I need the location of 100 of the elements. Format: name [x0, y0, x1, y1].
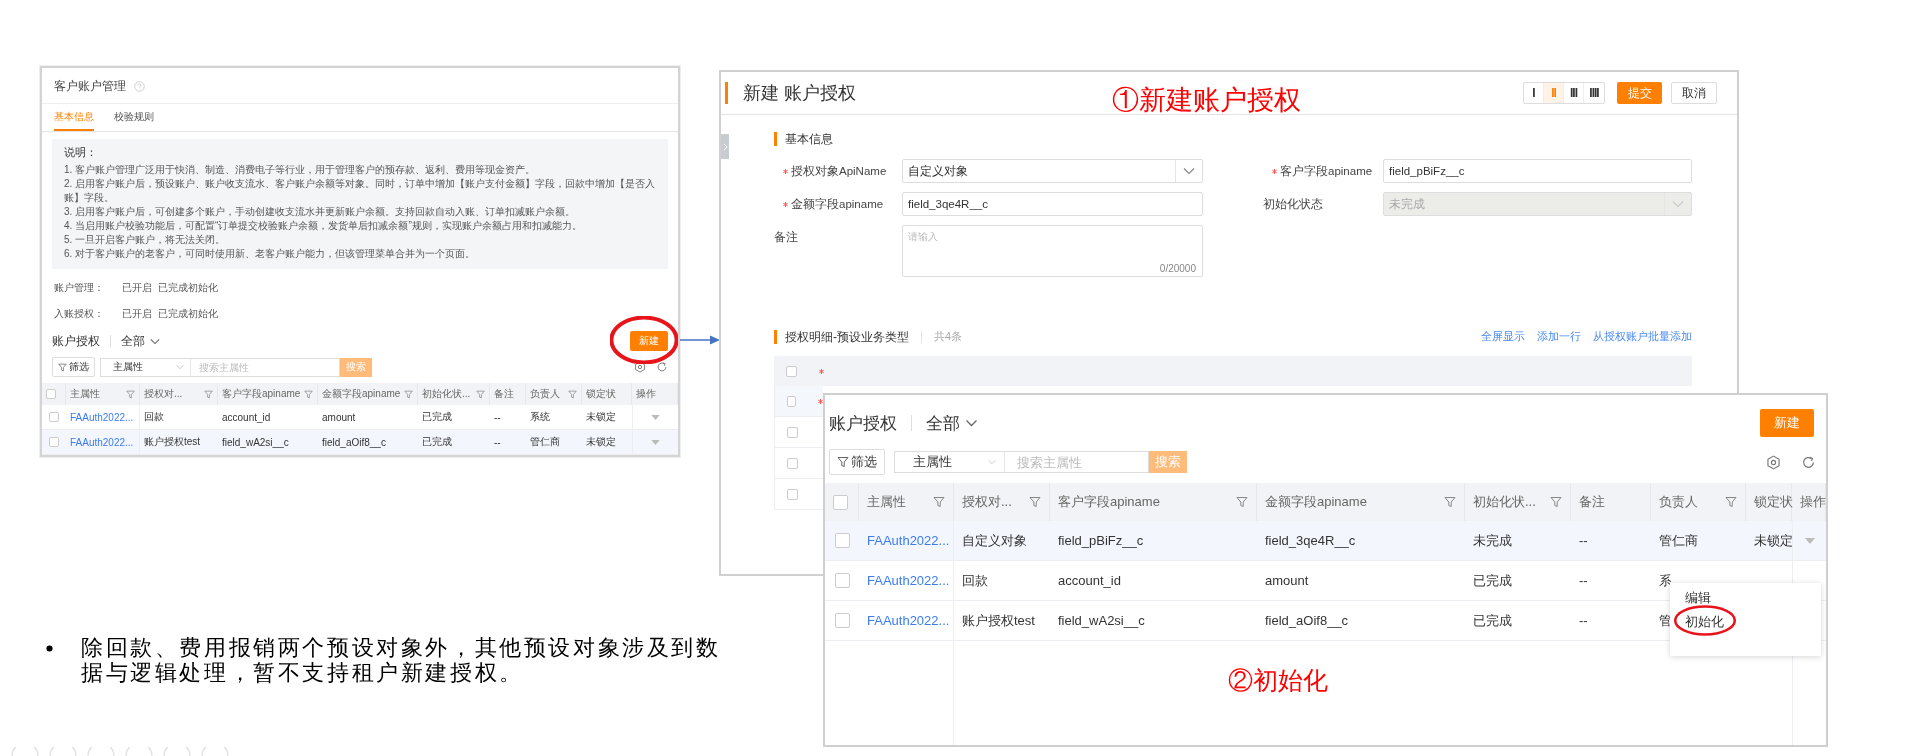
bullet-icon: [46, 645, 53, 652]
checkbox[interactable]: [787, 395, 796, 407]
checkbox[interactable]: [834, 533, 850, 548]
checkbox[interactable]: [49, 412, 59, 422]
column-label: 备注: [494, 387, 514, 401]
filter-icon[interactable]: [1444, 496, 1456, 508]
filter-icon[interactable]: [568, 389, 577, 399]
caret-icon[interactable]: [651, 439, 660, 445]
search-field[interactable]: 搜索主属性: [1004, 451, 1149, 473]
action-link[interactable]: 从授权账户批量添加: [1593, 329, 1692, 344]
slideshow-control-icon[interactable]: [124, 747, 154, 756]
text-field[interactable]: field_3qe4R__c: [902, 192, 1203, 216]
table-cell: --: [1579, 573, 1588, 588]
record-count: 共4条: [934, 329, 963, 344]
filter-icon[interactable]: [126, 389, 135, 399]
status-value: 已完成初始化: [158, 307, 218, 321]
checkbox[interactable]: [834, 613, 850, 628]
column-label: 初始化状...: [1473, 493, 1536, 511]
record-link[interactable]: FAAuth2022...: [867, 533, 950, 548]
filter-icon[interactable]: [304, 389, 313, 399]
slideshow-control-icon[interactable]: [200, 747, 230, 756]
help-icon[interactable]: [134, 81, 145, 92]
record-link[interactable]: FAAuth2022...: [867, 613, 950, 628]
cancel-button[interactable]: 取消: [1671, 82, 1717, 104]
table-cell: field_wA2si__c: [1058, 613, 1145, 628]
table-cell: 系: [1659, 571, 1672, 590]
refresh-icon[interactable]: [656, 361, 668, 373]
table-row[interactable]: FAAuth2022... 账户授权test field_wA2si__c field_aOif8__c 已完成 -- 管仁商 未锁定: [42, 430, 678, 455]
chevron-down-icon: [1672, 200, 1684, 208]
caret-icon[interactable]: [1804, 537, 1815, 544]
notice-text: 5. 一旦开启客户账户，将无法关闭。: [64, 233, 227, 247]
slideshow-control-icon[interactable]: [162, 747, 192, 756]
table-cell: 自定义对象: [962, 531, 1027, 550]
tab[interactable]: 校验规则: [114, 104, 154, 131]
settings-icon[interactable]: [1766, 454, 1781, 470]
dialog-title: 新建 账户授权: [725, 82, 856, 104]
action-link[interactable]: 添加一行: [1537, 329, 1581, 344]
table-cell: 管仁商: [530, 435, 560, 449]
column-label: 授权对...: [962, 493, 1012, 511]
refresh-icon[interactable]: [1801, 454, 1816, 470]
checkbox[interactable]: [786, 365, 797, 377]
slideshow-control-icon[interactable]: [86, 747, 116, 756]
character-counter: 0/20000: [1159, 263, 1196, 274]
status-label: 入账授权：: [54, 307, 105, 321]
status-value: 已完成初始化: [158, 281, 218, 295]
slideshow-control-icon[interactable]: [48, 747, 78, 756]
filter-icon[interactable]: [404, 389, 413, 399]
record-link[interactable]: FAAuth2022...: [867, 573, 950, 588]
chevron-down-icon: [1183, 167, 1195, 175]
section-title: 授权明细-预设业务类型: [774, 329, 909, 344]
text-field[interactable]: field_pBiFz__c: [1383, 159, 1692, 183]
table-cell: 回款: [962, 571, 988, 590]
layout-option[interactable]: III: [1564, 83, 1584, 103]
view-dropdown[interactable]: 全部: [926, 411, 978, 435]
checkbox[interactable]: [787, 426, 798, 438]
status-value: 已开启: [122, 307, 152, 321]
caret-icon[interactable]: [651, 414, 660, 420]
slideshow-control-icon[interactable]: [10, 747, 40, 756]
checkbox[interactable]: [787, 457, 798, 469]
filter-icon[interactable]: [476, 389, 485, 399]
search-scope-dropdown[interactable]: 主属性: [100, 357, 190, 377]
column-label: 主属性: [70, 387, 100, 401]
column-label: 金额字段apiname: [1265, 493, 1367, 511]
action-link[interactable]: 全屏显示: [1481, 329, 1525, 344]
record-link[interactable]: FAAuth2022...: [70, 411, 134, 423]
notice-text: 3. 启用客户账户后，可创建多个账户，手动创建收支流水并更新账户余额。支持回款自动入账、订单扣减账户余额。: [64, 205, 577, 219]
chevron-down-icon: [176, 364, 184, 370]
checkbox[interactable]: [833, 494, 848, 510]
notice-text: 6. 对于客户账户的老客户，可同时使用新、老客户账户能力，但该管理菜单合并为一个页面。: [64, 247, 477, 261]
filter-button[interactable]: 筛选: [829, 449, 885, 475]
filter-button[interactable]: 筛选: [52, 357, 95, 377]
filter-icon[interactable]: [1725, 496, 1737, 508]
dropdown-field[interactable]: 自定义对象: [902, 159, 1203, 183]
filter-icon[interactable]: [1029, 496, 1041, 508]
filter-icon[interactable]: [933, 496, 945, 508]
chevron-right-icon: [722, 142, 728, 151]
table-cell: 账户授权test: [144, 435, 201, 449]
checkbox[interactable]: [46, 389, 56, 399]
layout-option[interactable]: IIII: [1584, 83, 1604, 103]
column-label: 授权对...: [144, 387, 183, 401]
table-cell: 未锁定: [586, 410, 616, 424]
expand-handle[interactable]: [721, 134, 729, 159]
section-title: 基本信息: [774, 132, 833, 146]
filter-icon[interactable]: [1236, 496, 1248, 508]
column-label: 客户字段apiname: [222, 387, 301, 401]
table-cell: field_3qe4R__c: [1265, 533, 1356, 548]
table-row[interactable]: FAAuth2022... 自定义对象 field_pBiFz__c field_3qe4R__c 未完成 -- 管仁商 未锁定: [825, 521, 1826, 561]
table-cell: account_id: [222, 411, 271, 423]
field-label: 金额字段apiname: [791, 196, 884, 212]
table-cell: 管仁商: [1659, 531, 1698, 550]
filter-icon[interactable]: [204, 389, 213, 399]
checkbox[interactable]: [787, 488, 798, 500]
view-dropdown[interactable]: 全部: [121, 332, 160, 350]
search-scope-dropdown[interactable]: 主属性: [894, 451, 1004, 473]
filter-icon[interactable]: [1550, 496, 1562, 508]
checkbox[interactable]: [49, 437, 59, 447]
settings-icon[interactable]: [634, 361, 646, 373]
checkbox[interactable]: [834, 573, 850, 588]
record-link[interactable]: FAAuth2022...: [70, 436, 134, 448]
annotation-text: ①新建账户授权: [1112, 83, 1301, 117]
